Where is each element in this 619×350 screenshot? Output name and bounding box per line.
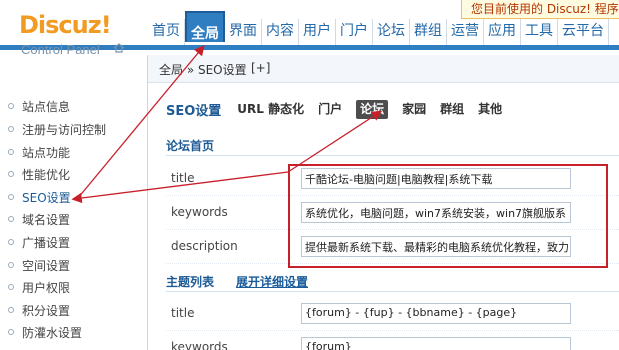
- bullet-icon: [8, 284, 14, 290]
- logo-brand: Discuz!: [19, 11, 112, 39]
- setting-label: description: [171, 239, 238, 253]
- sidebar-item-label: 站点功能: [22, 145, 71, 160]
- sidebar-item-label: 空间设置: [22, 258, 71, 273]
- breadcrumb-path: 全局 » SEO设置: [159, 63, 247, 77]
- tab-forum[interactable]: 论坛: [356, 99, 389, 119]
- sidebar-item-label: 防灌水设置: [22, 325, 83, 340]
- sidebar-item-credits[interactable]: 积分设置: [8, 301, 70, 319]
- nav-apps[interactable]: 应用: [484, 19, 521, 45]
- notice-banner[interactable]: 您目前使用的 Discuz! 程序有: [461, 0, 619, 19]
- sidebar-item-site-info[interactable]: 站点信息: [8, 97, 70, 115]
- sidebar-item-permissions[interactable]: 用户权限: [8, 278, 70, 296]
- main-content: SEO设置 URL 静态化 门户 论坛 家园 群组 其他 论坛首页 title …: [148, 84, 619, 350]
- setting-row: title {forum} - {fup} - {bbname} - {page…: [166, 297, 619, 331]
- sidebar-item-domain[interactable]: 域名设置: [8, 210, 70, 228]
- setting-label: keywords: [171, 205, 228, 219]
- sidebar-item-label: 性能优化: [22, 167, 71, 182]
- setting-row: keywords {forum}: [166, 331, 619, 350]
- nav-interface[interactable]: 界面: [225, 19, 262, 45]
- tab-portal[interactable]: 门户: [318, 100, 342, 119]
- bullet-icon: [8, 149, 14, 155]
- sidebar-item-registration[interactable]: 注册与访问控制: [8, 120, 106, 138]
- logo[interactable]: Discuz! Control Panel: [0, 0, 148, 57]
- keywords-input[interactable]: 系统优化，电脑问题，win7系统安装，win7旗舰版系: [301, 202, 571, 223]
- nav-groups[interactable]: 群组: [410, 19, 447, 45]
- setting-row: keywords 系统优化，电脑问题，win7系统安装，win7旗舰版系: [166, 196, 619, 230]
- page-title: SEO设置: [166, 103, 222, 119]
- sub-nav: SEO设置 URL 静态化 门户 论坛 家园 群组 其他: [166, 99, 516, 119]
- nav-content[interactable]: 内容: [262, 19, 299, 45]
- keywords-template-input[interactable]: {forum}: [301, 337, 571, 350]
- setting-label: title: [171, 171, 195, 185]
- nav-tools[interactable]: 工具: [521, 19, 558, 45]
- setting-row: description 提供最新系统下载、最精彩的电脑系统优化教程，致力: [166, 230, 619, 264]
- sidebar-item-label: 用户权限: [22, 280, 71, 295]
- sidebar-item-broadcast[interactable]: 广播设置: [8, 233, 70, 251]
- bullet-icon: [8, 103, 14, 109]
- tab-url-static[interactable]: URL 静态化: [237, 100, 304, 119]
- sidebar-item-space[interactable]: 空间设置: [8, 256, 70, 274]
- title-template-input[interactable]: {forum} - {fup} - {bbname} - {page}: [301, 303, 571, 324]
- nav-home[interactable]: 首页: [148, 19, 185, 45]
- tab-home[interactable]: 家园: [402, 100, 426, 119]
- nav-operations[interactable]: 运营: [447, 19, 484, 45]
- bullet-icon: [8, 216, 14, 222]
- bullet-icon: [8, 126, 14, 132]
- sidebar-item-label: SEO设置: [22, 190, 71, 205]
- bullet-icon: [8, 171, 14, 177]
- nav-users[interactable]: 用户: [299, 19, 336, 45]
- add-shortcut-button[interactable]: [+]: [251, 61, 270, 75]
- tab-groups[interactable]: 群组: [440, 100, 464, 119]
- sidebar-item-seo[interactable]: SEO设置: [8, 188, 71, 206]
- breadcrumb: 全局 » SEO设置 [+]: [148, 55, 619, 83]
- section-title: 论坛首页: [166, 139, 215, 153]
- nav-global[interactable]: 全局: [185, 11, 225, 42]
- sidebar: 站点信息 注册与访问控制 站点功能 性能优化 SEO设置 域名设置 广播设置 空…: [0, 55, 148, 350]
- app-header: Discuz! Control Panel 首页 全局 界面 内容 用户 门户 …: [0, 0, 619, 57]
- sidebar-item-site-features[interactable]: 站点功能: [8, 143, 70, 161]
- title-input[interactable]: 千酷论坛-电脑问题|电脑教程|系统下载: [301, 168, 571, 189]
- bullet-icon: [8, 329, 14, 335]
- sidebar-item-label: 广播设置: [22, 235, 71, 250]
- sidebar-item-label: 注册与访问控制: [22, 122, 107, 137]
- description-input[interactable]: 提供最新系统下载、最精彩的电脑系统优化教程，致力: [301, 236, 571, 257]
- expand-settings-link[interactable]: 展开详细设置: [236, 273, 308, 290]
- bullet-icon: [8, 262, 14, 268]
- section-forum-index: 论坛首页: [166, 134, 619, 156]
- setting-label: title: [171, 306, 195, 320]
- tab-other[interactable]: 其他: [478, 100, 502, 119]
- sidebar-item-label: 域名设置: [22, 212, 71, 227]
- nav-cloud[interactable]: 云平台: [558, 19, 609, 45]
- nav-forum[interactable]: 论坛: [373, 19, 410, 45]
- nav-portal[interactable]: 门户: [336, 19, 373, 45]
- setting-row: title 千酷论坛-电脑问题|电脑教程|系统下载: [166, 162, 619, 196]
- setting-label: keywords: [171, 340, 228, 350]
- bullet-icon: [8, 194, 14, 200]
- sidebar-item-performance[interactable]: 性能优化: [8, 165, 70, 183]
- sidebar-item-label: 站点信息: [22, 99, 71, 114]
- top-nav: 首页 全局 界面 内容 用户 门户 论坛 群组 运营 应用 工具 云平台: [148, 11, 609, 45]
- section-title: 主题列表: [166, 275, 215, 289]
- section-thread-list: 主题列表 展开详细设置: [166, 270, 619, 292]
- sidebar-item-anti-flood[interactable]: 防灌水设置: [8, 323, 82, 341]
- bullet-icon: [8, 239, 14, 245]
- bullet-icon: [8, 307, 14, 313]
- sidebar-item-label: 积分设置: [22, 303, 71, 318]
- home-icon: [113, 43, 125, 53]
